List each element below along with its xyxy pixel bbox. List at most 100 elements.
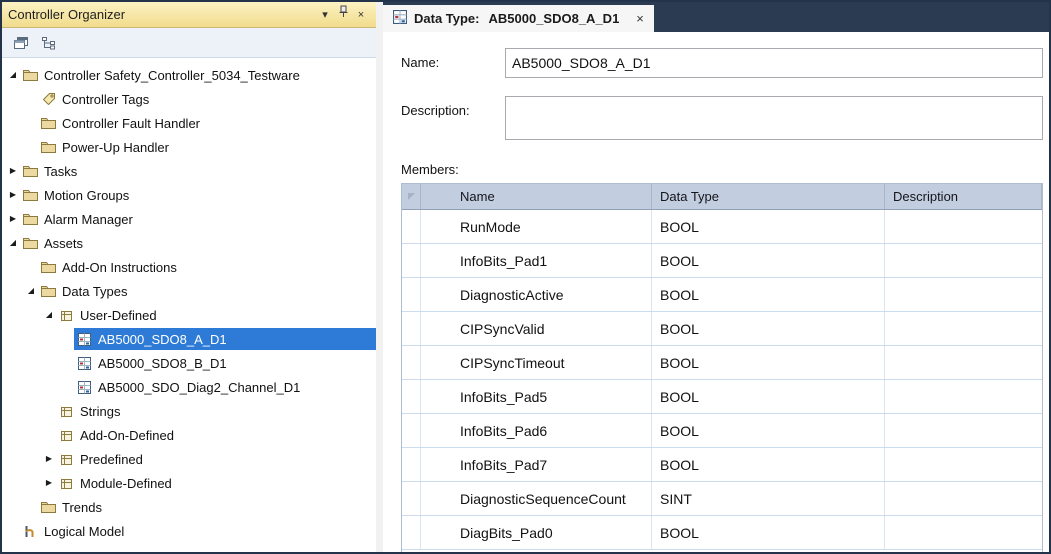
member-description-cell[interactable] bbox=[885, 482, 1042, 515]
member-name-cell[interactable]: DiagnosticSequenceCount bbox=[421, 482, 652, 515]
expand-arrow-icon[interactable]: ▶ bbox=[6, 159, 20, 183]
row-selector[interactable] bbox=[402, 346, 421, 379]
tree-item-ab5000-sdo-diag2-channel-d1[interactable]: AB5000_SDO_Diag2_Channel_D1 bbox=[2, 375, 376, 399]
column-header-name[interactable]: Name bbox=[421, 184, 652, 209]
member-row-cipsyncvalid[interactable]: CIPSyncValidBOOL bbox=[402, 312, 1042, 346]
tree-item-controller-tags[interactable]: Controller Tags bbox=[2, 87, 376, 111]
member-datatype-cell[interactable]: BOOL bbox=[652, 278, 885, 311]
row-selector[interactable] bbox=[402, 448, 421, 481]
tree-item-predefined[interactable]: ▶ Predefined bbox=[2, 447, 376, 471]
cascade-windows-icon[interactable] bbox=[10, 32, 32, 54]
member-name-cell[interactable]: InfoBits_Pad5 bbox=[421, 380, 652, 413]
tree-item-controller-fault-handler[interactable]: Controller Fault Handler bbox=[2, 111, 376, 135]
member-name-cell[interactable]: RunMode bbox=[421, 210, 652, 243]
member-datatype-cell[interactable]: BOOL bbox=[652, 346, 885, 379]
expand-arrow-icon[interactable]: ▶ bbox=[42, 471, 56, 495]
tree-item-power-up-handler[interactable]: Power-Up Handler bbox=[2, 135, 376, 159]
member-name-cell[interactable]: InfoBits_Pad7 bbox=[421, 448, 652, 481]
row-selector[interactable] bbox=[402, 244, 421, 277]
member-name-cell[interactable]: InfoBits_Pad6 bbox=[421, 414, 652, 447]
panel-splitter[interactable] bbox=[376, 2, 383, 552]
tree-item-trends[interactable]: Trends bbox=[2, 495, 376, 519]
tree-view-options-icon[interactable] bbox=[38, 32, 60, 54]
tree-item-data-types[interactable]: ◢Data Types bbox=[2, 279, 376, 303]
member-datatype-cell[interactable]: BOOL bbox=[652, 414, 885, 447]
member-description-cell[interactable] bbox=[885, 312, 1042, 345]
tree-item-user-defined[interactable]: ◢User-Defined bbox=[2, 303, 376, 327]
member-description-cell[interactable] bbox=[885, 414, 1042, 447]
member-row-cipsynctimeout[interactable]: CIPSyncTimeoutBOOL bbox=[402, 346, 1042, 380]
member-row-diagbits-pad0[interactable]: DiagBits_Pad0BOOL bbox=[402, 516, 1042, 550]
collapse-arrow-icon[interactable]: ◢ bbox=[6, 63, 20, 87]
tree-item-content: AB5000_SDO_Diag2_Channel_D1 bbox=[74, 376, 376, 398]
column-header-description[interactable]: Description bbox=[885, 184, 1042, 209]
tree-item-add-on-instructions[interactable]: Add-On Instructions bbox=[2, 255, 376, 279]
tree-item-add-on-defined[interactable]: Add-On-Defined bbox=[2, 423, 376, 447]
description-input[interactable] bbox=[505, 96, 1043, 140]
pin-icon[interactable] bbox=[334, 3, 352, 27]
member-datatype-cell[interactable]: BOOL bbox=[652, 210, 885, 243]
member-datatype-cell[interactable]: SINT bbox=[652, 482, 885, 515]
member-name-cell[interactable]: InfoBits_Pad1 bbox=[421, 244, 652, 277]
tree-item-controller-safety-controller-5034-testware[interactable]: ◢Controller Safety_Controller_5034_Testw… bbox=[2, 63, 376, 87]
collapse-arrow-icon[interactable]: ◢ bbox=[6, 231, 20, 255]
member-row-infobits-pad7[interactable]: InfoBits_Pad7BOOL bbox=[402, 448, 1042, 482]
row-selector[interactable] bbox=[402, 414, 421, 447]
member-datatype-cell[interactable]: BOOL bbox=[652, 244, 885, 277]
row-selector[interactable] bbox=[402, 516, 421, 549]
row-selector[interactable] bbox=[402, 312, 421, 345]
tree-indent bbox=[2, 327, 60, 351]
member-description-cell[interactable] bbox=[885, 516, 1042, 549]
member-name-cell[interactable]: CIPSyncValid bbox=[421, 312, 652, 345]
member-description-cell[interactable] bbox=[885, 448, 1042, 481]
tree-item-logical-model[interactable]: Logical Model bbox=[2, 519, 376, 543]
collapse-arrow-icon[interactable]: ◢ bbox=[42, 303, 56, 327]
expand-arrow-icon[interactable]: ▶ bbox=[42, 447, 56, 471]
member-description-cell[interactable] bbox=[885, 346, 1042, 379]
tree-item-strings[interactable]: Strings bbox=[2, 399, 376, 423]
member-name-cell[interactable]: DiagBits_Pad0 bbox=[421, 516, 652, 549]
tree-item-alarm-manager[interactable]: ▶Alarm Manager bbox=[2, 207, 376, 231]
tree-item-ab5000-sdo8-a-d1[interactable]: AB5000_SDO8_A_D1 bbox=[2, 327, 376, 351]
tree-indent bbox=[2, 87, 24, 111]
name-input[interactable] bbox=[505, 48, 1043, 78]
member-datatype-cell[interactable]: BOOL bbox=[652, 516, 885, 549]
select-all-corner[interactable] bbox=[402, 184, 421, 209]
folder-icon bbox=[40, 141, 57, 153]
member-description-cell[interactable] bbox=[885, 278, 1042, 311]
row-selector[interactable] bbox=[402, 210, 421, 243]
member-row-diagnosticactive[interactable]: DiagnosticActiveBOOL bbox=[402, 278, 1042, 312]
member-description-cell[interactable] bbox=[885, 244, 1042, 277]
row-selector[interactable] bbox=[402, 380, 421, 413]
window-position-menu-icon[interactable]: ▾ bbox=[316, 3, 334, 27]
tree-item-ab5000-sdo8-b-d1[interactable]: AB5000_SDO8_B_D1 bbox=[2, 351, 376, 375]
column-header-datatype[interactable]: Data Type bbox=[652, 184, 885, 209]
close-icon[interactable]: × bbox=[352, 3, 370, 27]
tree-item-motion-groups[interactable]: ▶Motion Groups bbox=[2, 183, 376, 207]
member-row-diagnosticsequencecount[interactable]: DiagnosticSequenceCountSINT bbox=[402, 482, 1042, 516]
member-name-cell[interactable]: CIPSyncTimeout bbox=[421, 346, 652, 379]
tab-close-icon[interactable]: × bbox=[636, 11, 644, 26]
member-datatype-cell[interactable]: BOOL bbox=[652, 448, 885, 481]
tree-item-assets[interactable]: ◢Assets bbox=[2, 231, 376, 255]
tab-datatype[interactable]: Data Type: AB5000_SDO8_A_D1 × bbox=[383, 5, 654, 32]
member-datatype-cell[interactable]: BOOL bbox=[652, 380, 885, 413]
expand-arrow-icon[interactable]: ▶ bbox=[6, 183, 20, 207]
name-field-row: Name: bbox=[401, 48, 1043, 78]
member-name-cell[interactable]: DiagnosticActive bbox=[421, 278, 652, 311]
row-selector[interactable] bbox=[402, 482, 421, 515]
tree-item-tasks[interactable]: ▶Tasks bbox=[2, 159, 376, 183]
member-row-infobits-pad5[interactable]: InfoBits_Pad5BOOL bbox=[402, 380, 1042, 414]
member-row-infobits-pad6[interactable]: InfoBits_Pad6BOOL bbox=[402, 414, 1042, 448]
tree-item-content: Tasks bbox=[20, 160, 376, 182]
member-description-cell[interactable] bbox=[885, 210, 1042, 243]
tree-item-label: Predefined bbox=[80, 452, 143, 467]
member-description-cell[interactable] bbox=[885, 380, 1042, 413]
expand-arrow-icon[interactable]: ▶ bbox=[6, 207, 20, 231]
row-selector[interactable] bbox=[402, 278, 421, 311]
member-row-infobits-pad1[interactable]: InfoBits_Pad1BOOL bbox=[402, 244, 1042, 278]
tree-item-module-defined[interactable]: ▶Module-Defined bbox=[2, 471, 376, 495]
collapse-arrow-icon[interactable]: ◢ bbox=[24, 279, 38, 303]
member-row-runmode[interactable]: RunModeBOOL bbox=[402, 210, 1042, 244]
member-datatype-cell[interactable]: BOOL bbox=[652, 312, 885, 345]
